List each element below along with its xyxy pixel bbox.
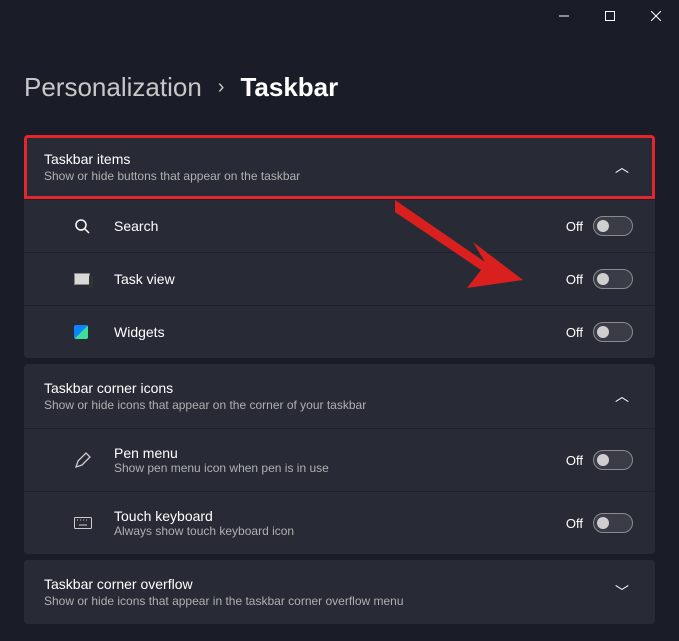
section-title: Taskbar corner icons	[44, 380, 366, 396]
pen-menu-row[interactable]: Pen menu Show pen menu icon when pen is …	[24, 428, 655, 491]
taskview-toggle[interactable]	[593, 269, 633, 289]
chevron-up-icon[interactable]: ︿	[609, 386, 635, 406]
row-label: Search	[114, 218, 566, 234]
search-row[interactable]: Search Off	[24, 199, 655, 252]
maximize-button[interactable]	[587, 0, 633, 32]
row-sublabel: Always show touch keyboard icon	[114, 524, 566, 538]
close-button[interactable]	[633, 0, 679, 32]
toggle-state-label: Off	[566, 516, 583, 531]
section-subtitle: Show or hide icons that appear on the co…	[44, 398, 366, 412]
section-subtitle: Show or hide icons that appear in the ta…	[44, 594, 404, 608]
chevron-down-icon[interactable]: ﹀	[609, 582, 635, 602]
row-sublabel: Show pen menu icon when pen is in use	[114, 461, 566, 475]
toggle-state-label: Off	[566, 325, 583, 340]
chevron-right-icon: ›	[218, 76, 225, 99]
corner-overflow-header[interactable]: Taskbar corner overflow Show or hide ico…	[24, 560, 655, 624]
taskbar-items-header[interactable]: Taskbar items Show or hide buttons that …	[24, 135, 655, 199]
row-label: Widgets	[114, 324, 566, 340]
toggle-state-label: Off	[566, 453, 583, 468]
widgets-icon	[74, 325, 114, 339]
window-titlebar	[0, 0, 679, 32]
taskview-icon	[74, 273, 114, 285]
row-label: Touch keyboard	[114, 508, 566, 524]
section-title: Taskbar corner overflow	[44, 576, 404, 592]
touch-keyboard-toggle[interactable]	[593, 513, 633, 533]
corner-icons-panel: Taskbar corner icons Show or hide icons …	[24, 364, 655, 554]
corner-icons-header[interactable]: Taskbar corner icons Show or hide icons …	[24, 364, 655, 428]
toggle-state-label: Off	[566, 272, 583, 287]
keyboard-icon	[74, 517, 114, 529]
search-icon	[74, 218, 114, 234]
section-title: Taskbar items	[44, 151, 300, 167]
breadcrumb: Personalization › Taskbar	[24, 72, 655, 103]
taskbar-items-panel: Taskbar items Show or hide buttons that …	[24, 135, 655, 358]
widgets-row[interactable]: Widgets Off	[24, 305, 655, 358]
search-toggle[interactable]	[593, 216, 633, 236]
section-subtitle: Show or hide buttons that appear on the …	[44, 169, 300, 183]
taskview-row[interactable]: Task view Off	[24, 252, 655, 305]
chevron-up-icon[interactable]: ︿	[609, 157, 635, 177]
minimize-button[interactable]	[541, 0, 587, 32]
page-title: Taskbar	[240, 72, 338, 103]
breadcrumb-parent[interactable]: Personalization	[24, 72, 202, 103]
row-label: Task view	[114, 271, 566, 287]
widgets-toggle[interactable]	[593, 322, 633, 342]
corner-overflow-panel: Taskbar corner overflow Show or hide ico…	[24, 560, 655, 624]
toggle-state-label: Off	[566, 219, 583, 234]
pen-toggle[interactable]	[593, 450, 633, 470]
touch-keyboard-row[interactable]: Touch keyboard Always show touch keyboar…	[24, 491, 655, 554]
row-label: Pen menu	[114, 445, 566, 461]
pen-icon	[74, 451, 114, 469]
